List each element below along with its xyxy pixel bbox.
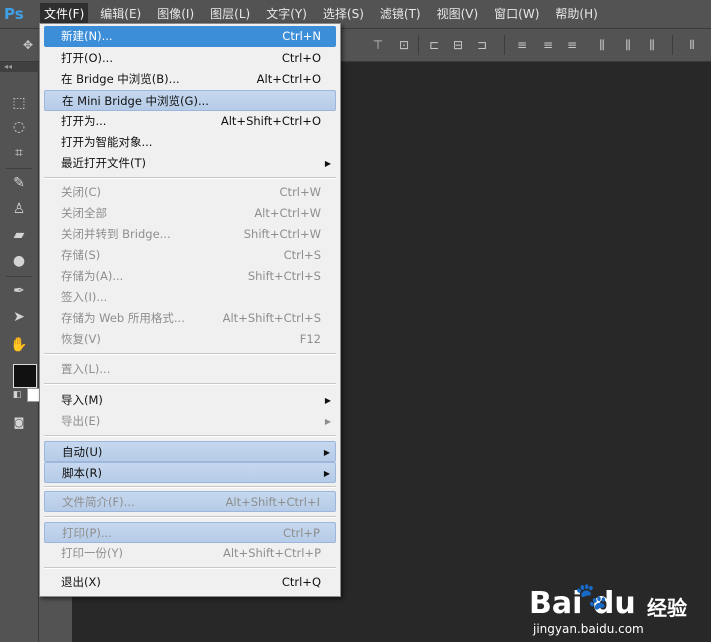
align-hcenter-icon[interactable]: ⊟ [450,37,466,53]
options-separator [418,35,419,55]
options-separator [504,35,505,55]
align-left-icon[interactable]: ⊏ [426,37,442,53]
hand-tool-icon[interactable]: ✋ [10,336,28,354]
move-tool-option-icon[interactable]: ✥ [20,37,36,53]
baidu-jingyan-watermark: Bai du 🐾 经验 jingyan.baidu.com [529,582,699,636]
menu-window[interactable]: 窗口(W) [490,3,543,25]
menu-item-close-all[interactable]: 关闭全部 Alt+Ctrl+W [44,203,336,224]
options-separator [672,35,673,55]
align-top-icon[interactable]: ⊤ [370,37,386,53]
menu-item-check-in[interactable]: 签入(I)... [44,287,336,308]
menu-separator [44,177,336,179]
menu-item-print[interactable]: 打印(P)... Ctrl+P [44,522,336,543]
menu-item-browse-bridge[interactable]: 在 Bridge 中浏览(B)... Alt+Ctrl+O [44,69,336,90]
tools-separator [6,168,32,169]
path-select-icon[interactable]: ➤ [10,308,28,326]
align-vcenter-icon[interactable]: ⊡ [396,37,412,53]
tools-panel: ◂◂ ⬚ ◌ ⌗ ✎ ♙ ▰ ● ✒ ➤ ✋ ◧ ◙ [0,62,42,642]
menu-layer[interactable]: 图层(L) [206,3,254,25]
menu-separator [44,435,336,437]
stamp-tool-icon[interactable]: ♙ [10,200,28,218]
menu-item-automate[interactable]: 自动(U) ▶ [44,441,336,462]
menu-separator [44,383,336,385]
panel-collapse-icon[interactable]: ◂◂ [0,62,42,72]
watermark-url: jingyan.baidu.com [533,622,644,636]
menu-item-save[interactable]: 存储(S) Ctrl+S [44,245,336,266]
crop-tool-icon[interactable]: ⌗ [10,144,28,162]
quick-mask-icon[interactable]: ◙ [10,414,28,432]
distribute-hcenter-icon[interactable]: ⫼ [620,37,636,53]
jingyan-label: 经验 [647,596,687,620]
blur-tool-icon[interactable]: ● [10,252,28,270]
menu-item-file-info[interactable]: 文件简介(F)... Alt+Shift+Ctrl+I [44,491,336,512]
eraser-tool-icon[interactable]: ▰ [10,226,28,244]
menu-file[interactable]: 文件(F) [40,3,89,25]
marquee-tool-icon[interactable]: ⬚ [10,94,28,112]
distribute-bottom-icon[interactable]: ≡ [564,37,580,53]
menu-item-open-smart-object[interactable]: 打开为智能对象... [44,132,336,153]
distribute-top-icon[interactable]: ≡ [514,37,530,53]
menu-item-print-one-copy[interactable]: 打印一份(Y) Alt+Shift+Ctrl+P [44,543,336,564]
menu-item-open-as[interactable]: 打开为... Alt+Shift+Ctrl+O [44,111,336,132]
menu-item-revert[interactable]: 恢复(V) F12 [44,329,336,350]
menu-type[interactable]: 文字(Y) [262,3,311,25]
submenu-arrow-icon: ▶ [324,159,331,168]
submenu-arrow-icon: ▶ [323,469,330,478]
menu-select[interactable]: 选择(S) [319,3,368,25]
align-right-icon[interactable]: ⊐ [474,37,490,53]
tools-separator [6,276,32,277]
baidu-paw-icon: 🐾 [575,582,608,612]
file-menu-dropdown: 新建(N)... Ctrl+N 打开(O)... Ctrl+O 在 Bridge… [39,23,341,597]
menu-item-new[interactable]: 新建(N)... Ctrl+N [44,26,336,47]
menu-item-close[interactable]: 关闭(C) Ctrl+W [44,182,336,203]
foreground-color-swatch[interactable] [13,364,37,388]
menu-item-save-as[interactable]: 存储为(A)... Shift+Ctrl+S [44,266,336,287]
distribute-left-icon[interactable]: ⫼ [594,37,610,53]
submenu-arrow-icon: ▶ [323,448,330,457]
auto-align-icon[interactable]: ⫴ [684,37,700,53]
distribute-right-icon[interactable]: ⫼ [644,37,660,53]
menu-item-exit[interactable]: 退出(X) Ctrl+Q [44,572,336,593]
menu-item-recent-files[interactable]: 最近打开文件(T) ▶ [44,153,336,174]
menu-help[interactable]: 帮助(H) [551,3,601,25]
menu-item-close-go-bridge[interactable]: 关闭并转到 Bridge... Shift+Ctrl+W [44,224,336,245]
menu-item-browse-mini-bridge[interactable]: 在 Mini Bridge 中浏览(G)... [44,90,336,111]
healing-brush-icon[interactable]: ✎ [10,174,28,192]
menu-view[interactable]: 视图(V) [433,3,483,25]
menu-image[interactable]: 图像(I) [153,3,198,25]
pen-tool-icon[interactable]: ✒ [10,282,28,300]
menu-separator [44,516,336,518]
lasso-tool-icon[interactable]: ◌ [10,118,28,136]
menu-item-place[interactable]: 置入(L)... [44,359,336,380]
swap-colors-icon[interactable]: ◧ [8,386,26,404]
menu-separator [44,353,336,355]
distribute-vcenter-icon[interactable]: ≡ [540,37,556,53]
menu-item-export[interactable]: 导出(E) ▶ [44,411,336,432]
photoshop-logo: Ps [4,5,24,23]
menu-edit[interactable]: 编辑(E) [96,3,145,25]
menu-item-save-for-web[interactable]: 存储为 Web 所用格式... Alt+Shift+Ctrl+S [44,308,336,329]
menu-item-scripts[interactable]: 脚本(R) ▶ [44,462,336,483]
menu-item-import[interactable]: 导入(M) ▶ [44,390,336,411]
menu-filter[interactable]: 滤镜(T) [376,3,425,25]
menu-separator [44,567,336,569]
submenu-arrow-icon: ▶ [324,396,331,405]
menu-item-open[interactable]: 打开(O)... Ctrl+O [44,48,336,69]
submenu-arrow-icon: ▶ [324,417,331,426]
menu-separator [44,486,336,488]
